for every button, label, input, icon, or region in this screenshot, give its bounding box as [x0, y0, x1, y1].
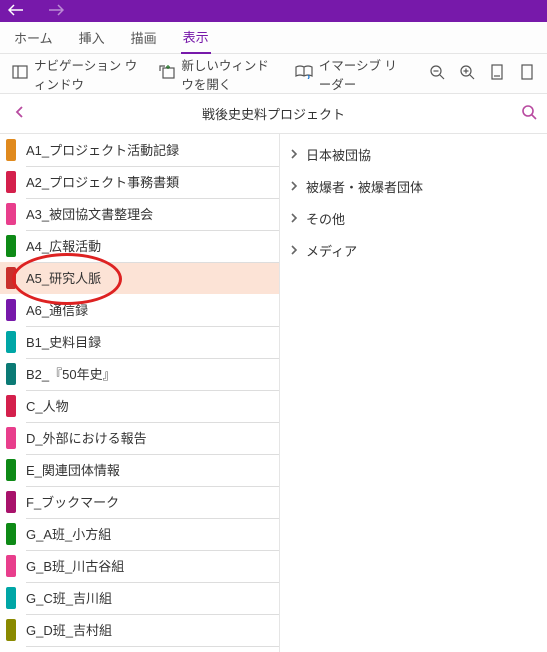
page-width-icon [489, 64, 505, 83]
notebook-item[interactable]: A1_プロジェクト活動記録 [0, 134, 279, 166]
section-item-label: 日本被団協 [306, 145, 371, 164]
section-item-label: メディア [306, 241, 357, 260]
page-other-icon [519, 64, 535, 83]
zoom-out-icon [429, 64, 445, 83]
notebook-item-label: F_ブックマーク [26, 485, 279, 519]
notebook-item[interactable]: A2_プロジェクト事務書類 [0, 166, 279, 198]
notebook-item-label: B1_史料目録 [26, 325, 279, 359]
search-button[interactable] [521, 104, 537, 123]
immersive-reader-button[interactable]: イマーシブ リーダー [295, 55, 401, 93]
notebook-item[interactable]: G_D班_吉村組 [0, 614, 279, 646]
nav-pane-button[interactable]: ナビゲーション ウィンドウ [12, 55, 145, 93]
notebook-item[interactable]: A6_通信録 [0, 294, 279, 326]
notebook-item[interactable]: B1_史料目録 [0, 326, 279, 358]
notebook-item-label: A6_通信録 [26, 293, 279, 327]
notebook-color-swatch [6, 235, 16, 257]
main-area: A1_プロジェクト活動記録A2_プロジェクト事務書類A3_被団協文書整理会A4_… [0, 134, 547, 652]
notebook-item[interactable]: A5_研究人脈 [0, 262, 279, 294]
section-item[interactable]: 被爆者・被爆者団体 [280, 170, 547, 202]
notebook-color-swatch [6, 363, 16, 385]
notebook-item-label: G_D班_吉村組 [26, 613, 279, 647]
notebook-color-swatch [6, 299, 16, 321]
nav-pane-icon [12, 65, 28, 82]
notebook-list: A1_プロジェクト活動記録A2_プロジェクト事務書類A3_被団協文書整理会A4_… [0, 134, 280, 652]
zoom-out-button[interactable] [429, 64, 445, 83]
section-list: 日本被団協被爆者・被爆者団体その他メディア [280, 134, 547, 652]
forward-icon[interactable] [48, 4, 64, 19]
notebook-item[interactable]: C_人物 [0, 390, 279, 422]
tab-draw[interactable]: 描画 [129, 22, 159, 53]
notebook-title: 戦後史史料プロジェクト [0, 104, 547, 123]
notebook-item[interactable]: G_A班_小方組 [0, 518, 279, 550]
notebook-color-swatch [6, 139, 16, 161]
immersive-reader-label: イマーシブ リーダー [319, 55, 401, 93]
notebook-color-swatch [6, 459, 16, 481]
notebook-color-swatch [6, 523, 16, 545]
zoom-in-icon [459, 64, 475, 83]
notebook-item-label: A1_プロジェクト活動記録 [26, 134, 279, 167]
tab-view[interactable]: 表示 [181, 21, 211, 54]
notebook-item[interactable]: E_関連団体情報 [0, 454, 279, 486]
notebook-item-label: A3_被団協文書整理会 [26, 197, 279, 231]
notebook-color-swatch [6, 331, 16, 353]
immersive-reader-icon [295, 65, 313, 82]
notebook-item[interactable]: A4_広報活動 [0, 230, 279, 262]
ribbon-tabs: ホーム 挿入 描画 表示 [0, 22, 547, 54]
notebook-item-label: A5_研究人脈 [26, 261, 279, 295]
toolbar: ナビゲーション ウィンドウ 新しいウィンドウを開く イマーシブ リーダー [0, 54, 547, 94]
notebook-item[interactable]: G_C班_吉川組 [0, 582, 279, 614]
zoom-in-button[interactable] [459, 64, 475, 83]
section-item-label: 被爆者・被爆者団体 [306, 177, 423, 196]
new-window-icon [159, 65, 175, 82]
header-back-button[interactable] [0, 105, 40, 122]
tab-insert[interactable]: 挿入 [77, 22, 107, 53]
notebook-item[interactable]: A3_被団協文書整理会 [0, 198, 279, 230]
notebook-item-label: G_A班_小方組 [26, 517, 279, 551]
notebook-color-swatch [6, 587, 16, 609]
notebook-color-swatch [6, 491, 16, 513]
notebook-item-label: D_外部における報告 [26, 421, 279, 455]
search-icon [521, 108, 537, 123]
notebook-color-swatch [6, 395, 16, 417]
tab-home[interactable]: ホーム [12, 22, 55, 53]
notebook-color-swatch [6, 427, 16, 449]
notebook-color-swatch [6, 555, 16, 577]
section-item[interactable]: メディア [280, 234, 547, 266]
chevron-right-icon [290, 147, 298, 162]
chevron-right-icon [290, 179, 298, 194]
notebook-color-swatch [6, 619, 16, 641]
notebook-item-label: C_人物 [26, 389, 279, 423]
notebook-item-label: G_B班_川古谷組 [26, 549, 279, 583]
new-window-label: 新しいウィンドウを開く [181, 55, 280, 93]
notebook-color-swatch [6, 171, 16, 193]
page-other-button[interactable] [519, 64, 535, 83]
notebook-item-label: B2_『50年史』 [26, 357, 279, 391]
notebook-item[interactable]: D_外部における報告 [0, 422, 279, 454]
notebook-item-label: E_関連団体情報 [26, 453, 279, 487]
notebook-item[interactable]: B2_『50年史』 [0, 358, 279, 390]
nav-pane-label: ナビゲーション ウィンドウ [34, 55, 145, 93]
section-item[interactable]: 日本被団協 [280, 138, 547, 170]
notebook-item[interactable]: G_B班_川古谷組 [0, 550, 279, 582]
notebook-item[interactable]: F_ブックマーク [0, 486, 279, 518]
title-bar [0, 0, 547, 22]
notebook-color-swatch [6, 203, 16, 225]
notebook-color-swatch [6, 267, 16, 289]
page-width-button[interactable] [489, 64, 505, 83]
chevron-right-icon [290, 243, 298, 258]
notebook-header: 戦後史史料プロジェクト [0, 94, 547, 134]
back-icon[interactable] [8, 4, 24, 19]
notebook-item-label: A2_プロジェクト事務書類 [26, 165, 279, 199]
new-window-button[interactable]: 新しいウィンドウを開く [159, 55, 280, 93]
chevron-left-icon [15, 105, 25, 122]
section-item-label: その他 [306, 209, 345, 228]
notebook-item-label: A4_広報活動 [26, 229, 279, 263]
section-item[interactable]: その他 [280, 202, 547, 234]
notebook-item-label: G_C班_吉川組 [26, 581, 279, 615]
chevron-right-icon [290, 211, 298, 226]
